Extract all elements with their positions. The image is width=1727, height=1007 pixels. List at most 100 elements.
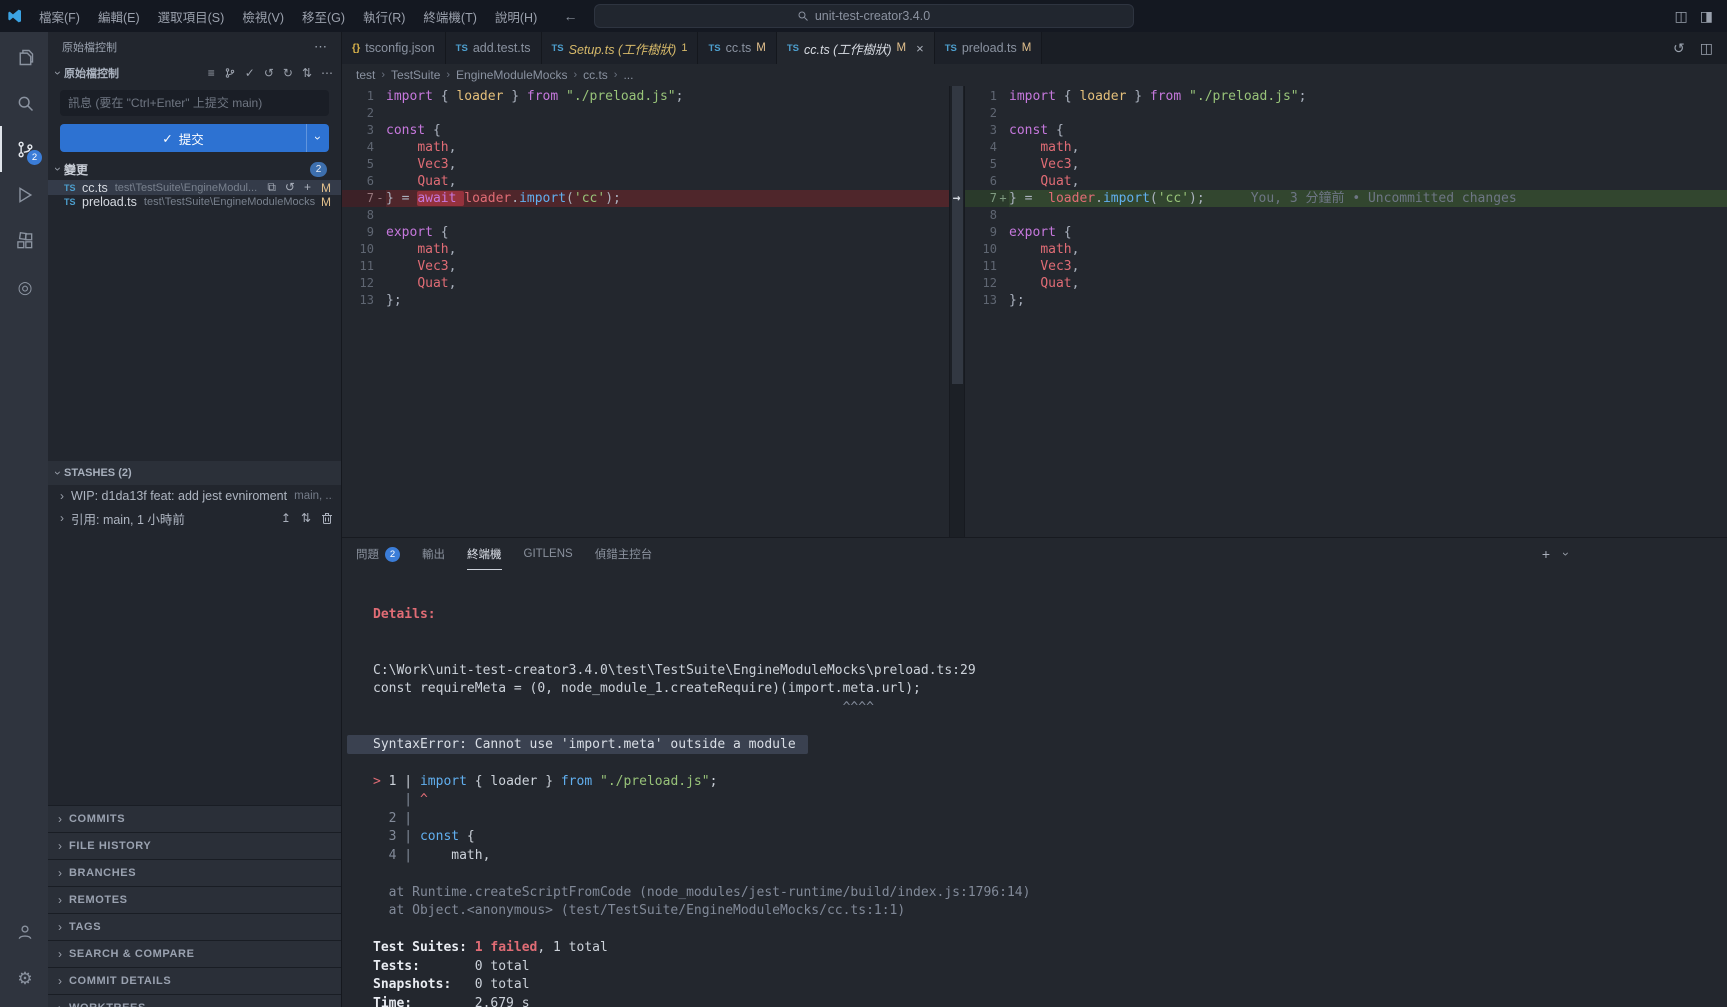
open-file-icon[interactable]: ⧉ xyxy=(267,180,276,195)
sync-icon[interactable]: ⇅ xyxy=(302,66,312,80)
breadcrumb-item[interactable]: test xyxy=(356,68,375,82)
more-actions-icon[interactable]: ⋯ xyxy=(321,66,333,80)
breadcrumb-item[interactable]: TestSuite xyxy=(391,68,440,82)
stash-item[interactable]: ›WIP: d1da13f feat: add jest evniromentm… xyxy=(48,485,341,507)
menu-item[interactable]: 檢視(V) xyxy=(233,0,293,32)
refresh-icon[interactable]: ↻ xyxy=(283,66,293,80)
sidebar-section-branches[interactable]: › BRANCHES xyxy=(48,859,341,886)
menu-item[interactable]: 終端機(T) xyxy=(414,0,485,32)
explorer-icon[interactable] xyxy=(0,34,48,80)
chevron-down-icon[interactable]: › xyxy=(1557,552,1573,556)
editor-tab[interactable]: TSSetup.ts (工作樹狀)1 xyxy=(542,32,699,64)
scm-file-row[interactable]: TSpreload.tstest\TestSuite\EngineModuleM… xyxy=(48,195,341,209)
delete-stash-icon[interactable] xyxy=(321,512,333,525)
source-control-icon[interactable]: 2 xyxy=(0,126,48,172)
sidebar-section-tags[interactable]: ›TAGS xyxy=(48,913,341,940)
diff-editor[interactable]: 1import { loader } from "./preload.js"; 2… xyxy=(342,86,1727,537)
changes-section-header[interactable]: › 變更 2 xyxy=(48,158,341,180)
panel-tab[interactable]: 終端機 xyxy=(467,538,502,570)
stash-list: ›WIP: d1da13f feat: add jest evniromentm… xyxy=(48,485,341,529)
commit-dropdown-button[interactable]: › xyxy=(307,124,329,152)
pop-stash-icon[interactable]: ⇅ xyxy=(301,511,311,525)
panel-tab[interactable]: 偵錯主控台 xyxy=(595,538,653,570)
code-content: Quat, xyxy=(1009,173,1727,190)
breadcrumb-item[interactable]: ... xyxy=(623,68,633,82)
menu-item[interactable]: 檔案(F) xyxy=(30,0,89,32)
split-editor-icon[interactable]: ◫ xyxy=(1700,40,1713,57)
panel-tab[interactable]: 問題2 xyxy=(356,538,400,570)
command-center-search[interactable]: unit-test-creator3.4.0 xyxy=(594,4,1134,28)
chevron-right-icon: › xyxy=(58,974,62,988)
scm-section-header[interactable]: › 原始檔控制 ≡ ✓ ↺ ↻ ⇅ ⋯ xyxy=(48,62,341,84)
code-line: 8 xyxy=(342,207,949,224)
back-icon[interactable]: ← xyxy=(564,8,578,24)
editor-tabs: {}tsconfig.jsonTSadd.test.tsTSSetup.ts (… xyxy=(342,32,1042,64)
settings-gear-icon[interactable]: ⚙ xyxy=(0,955,48,1001)
terminal-line: Time: 2.679 s xyxy=(373,995,1727,1007)
panel-tab[interactable]: 輸出 xyxy=(422,538,445,570)
apply-stash-icon[interactable]: ↥ xyxy=(281,511,291,525)
panel-tab[interactable]: GITLENS xyxy=(524,538,573,570)
commit-check-icon[interactable]: ✓ xyxy=(245,66,255,80)
chevron-right-icon: › xyxy=(58,866,62,880)
editor-tab[interactable]: {}tsconfig.json xyxy=(342,32,446,64)
terminal-output[interactable]: Details:C:\Work\unit-test-creator3.4.0\t… xyxy=(342,570,1727,1007)
editor-tab[interactable]: TSadd.test.ts xyxy=(446,32,542,64)
terminal-line: SyntaxError: Cannot use 'import.meta' ou… xyxy=(373,736,1727,755)
scm-file-row[interactable]: TScc.tstest\TestSuite\EngineModul...⧉↺+M xyxy=(48,180,341,195)
code-line: 1import { loader } from "./preload.js"; xyxy=(965,88,1727,105)
file-path: test\TestSuite\EngineModuleMocks xyxy=(144,196,315,208)
menu-item[interactable]: 編輯(E) xyxy=(89,0,149,32)
menu-item[interactable]: 說明(H) xyxy=(486,0,546,32)
scrollbar-thumb[interactable] xyxy=(952,86,963,384)
search-icon[interactable] xyxy=(0,80,48,126)
stage-changes-icon[interactable]: + xyxy=(304,180,311,195)
undo-icon[interactable]: ↺ xyxy=(264,66,274,80)
breadcrumb-item[interactable]: cc.ts xyxy=(583,68,608,82)
sidebar-section-remotes[interactable]: ›REMOTES xyxy=(48,886,341,913)
layout-panel-icon[interactable]: ◫ xyxy=(1675,8,1688,25)
close-icon[interactable]: × xyxy=(916,41,924,56)
line-number: 7- xyxy=(342,190,386,207)
sidebar-section-search-compare[interactable]: ›SEARCH & COMPARE xyxy=(48,940,341,967)
diff-scrollbar[interactable] xyxy=(949,86,965,537)
line-number: 2 xyxy=(342,105,386,122)
history-icon[interactable]: ↺ xyxy=(1673,40,1685,57)
check-icon: ✓ xyxy=(162,131,172,146)
section-label: BRANCHES xyxy=(69,867,136,879)
extensions-icon[interactable] xyxy=(0,218,48,264)
run-debug-icon[interactable] xyxy=(0,172,48,218)
stashes-section-header[interactable]: › STASHES (2) xyxy=(48,461,341,485)
remote-explorer-icon[interactable]: ◎ xyxy=(0,264,48,310)
titlebar-actions: ◫ ◨ xyxy=(1675,8,1727,25)
commit-button[interactable]: ✓ 提交 › xyxy=(60,124,329,152)
git-modified-badge: M xyxy=(756,42,766,54)
view-as-list-icon[interactable]: ≡ xyxy=(208,66,215,80)
sidebar-section-file-history[interactable]: ›FILE HISTORY xyxy=(48,832,341,859)
diff-original-pane[interactable]: 1import { loader } from "./preload.js";2… xyxy=(342,86,949,537)
discard-changes-icon[interactable]: ↺ xyxy=(285,180,295,195)
editor-tab[interactable]: TScc.tsM xyxy=(698,32,776,64)
line-number: 13 xyxy=(965,292,1009,309)
new-terminal-icon[interactable]: + xyxy=(1542,546,1550,562)
more-actions-icon[interactable]: ⋯ xyxy=(314,39,327,55)
editor-tab[interactable]: TScc.ts (工作樹狀)M× xyxy=(777,32,935,64)
commit-button-main[interactable]: ✓ 提交 xyxy=(60,124,306,152)
stash-item[interactable]: ›引用: main, 1 小時前↥⇅ xyxy=(48,507,341,529)
sidebar-section-commit-details[interactable]: ›COMMIT DETAILS xyxy=(48,967,341,994)
sidebar-title-row: 原始檔控制 ⋯ xyxy=(48,32,341,62)
sidebar-section-commits[interactable]: ›COMMITS xyxy=(48,805,341,832)
commit-message-input[interactable] xyxy=(60,90,329,116)
file-type-icon: TS xyxy=(945,43,957,54)
sidebar-section-worktrees[interactable]: ›WORKTREES xyxy=(48,994,341,1007)
revert-change-arrow-icon[interactable]: → xyxy=(948,190,965,207)
diff-modified-pane[interactable]: 1import { loader } from "./preload.js";2… xyxy=(965,86,1727,537)
account-icon[interactable] xyxy=(0,909,48,955)
layout-customize-icon[interactable]: ◨ xyxy=(1700,8,1713,25)
commit-graph-icon[interactable] xyxy=(224,67,236,79)
editor-tab[interactable]: TSpreload.tsM xyxy=(935,32,1043,64)
breadcrumb-item[interactable]: EngineModuleMocks xyxy=(456,68,567,82)
menu-item[interactable]: 選取項目(S) xyxy=(149,0,234,32)
menu-item[interactable]: 移至(G) xyxy=(293,0,354,32)
menu-item[interactable]: 執行(R) xyxy=(354,0,414,32)
